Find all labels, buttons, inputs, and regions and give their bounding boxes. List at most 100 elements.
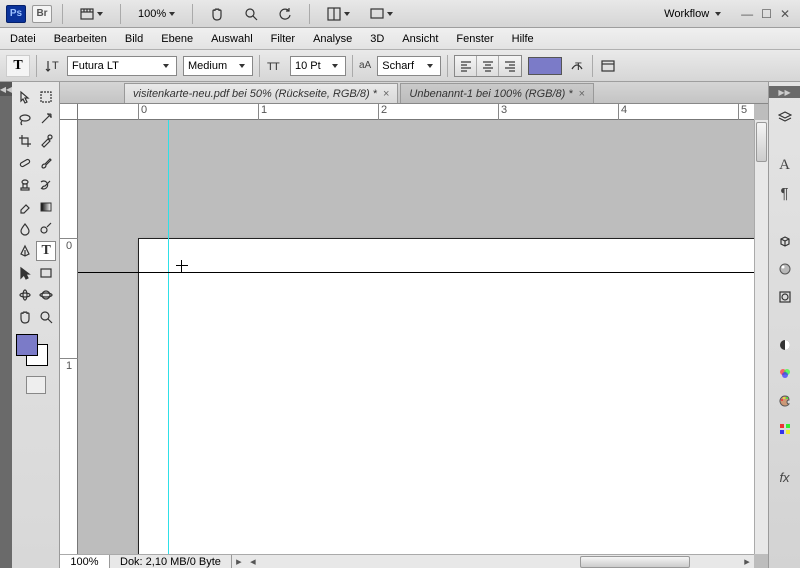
marquee-tool[interactable] bbox=[37, 87, 57, 107]
hand-tool[interactable] bbox=[15, 307, 35, 327]
bridge-icon[interactable]: Br bbox=[32, 5, 52, 23]
align-left-button[interactable] bbox=[455, 56, 477, 76]
move-tool[interactable] bbox=[15, 87, 35, 107]
screen-mode-button[interactable] bbox=[363, 4, 400, 24]
align-center-button[interactable] bbox=[477, 56, 499, 76]
menu-filter[interactable]: Filter bbox=[271, 33, 295, 45]
heal-tool[interactable] bbox=[15, 153, 35, 173]
zoom-level-dropdown[interactable]: 100% bbox=[131, 4, 182, 24]
lasso-tool[interactable] bbox=[15, 109, 35, 129]
menu-bild[interactable]: Bild bbox=[125, 33, 143, 45]
channels-panel-icon[interactable] bbox=[773, 362, 797, 384]
3d-panel-icon[interactable] bbox=[773, 230, 797, 252]
foreground-color-swatch[interactable] bbox=[16, 334, 38, 356]
history-brush-tool[interactable] bbox=[37, 175, 57, 195]
menu-bearbeiten[interactable]: Bearbeiten bbox=[54, 33, 107, 45]
brush-tool[interactable] bbox=[37, 153, 57, 173]
maximize-button[interactable]: ☐ bbox=[761, 7, 772, 21]
minimize-button[interactable]: — bbox=[741, 7, 753, 21]
text-color-swatch[interactable] bbox=[528, 57, 562, 75]
materials-panel-icon[interactable] bbox=[773, 258, 797, 280]
scrollbar-thumb[interactable] bbox=[580, 556, 690, 568]
vertical-scrollbar[interactable] bbox=[754, 120, 768, 554]
character-panel-icon[interactable]: A bbox=[773, 154, 797, 176]
paragraph-panel-icon[interactable]: ¶ bbox=[773, 182, 797, 204]
svg-text:T: T bbox=[273, 61, 280, 73]
ruler-tick: 1 bbox=[258, 104, 267, 120]
mini-bridge-button[interactable] bbox=[73, 4, 110, 24]
status-doc-size[interactable]: Dok: 2,10 MB/0 Byte bbox=[110, 555, 232, 568]
zoom-tool[interactable] bbox=[37, 307, 57, 327]
menu-hilfe[interactable]: Hilfe bbox=[512, 33, 534, 45]
stamp-tool[interactable] bbox=[15, 175, 35, 195]
scroll-right-button[interactable]: ▸ bbox=[740, 555, 754, 568]
ruler-origin[interactable] bbox=[60, 104, 78, 120]
document-tab[interactable]: Unbenannt-1 bei 100% (RGB/8) * × bbox=[400, 83, 594, 103]
eraser-tool[interactable] bbox=[15, 197, 35, 217]
wand-tool[interactable] bbox=[37, 109, 57, 129]
3d-rotate-tool[interactable] bbox=[15, 285, 35, 305]
svg-text:T: T bbox=[575, 61, 582, 73]
antialias-combo[interactable]: Scharf bbox=[377, 56, 441, 76]
menu-ansicht[interactable]: Ansicht bbox=[402, 33, 438, 45]
scroll-left-button[interactable]: ◂ bbox=[246, 555, 260, 568]
menu-datei[interactable]: Datei bbox=[10, 33, 36, 45]
text-cursor-icon bbox=[176, 260, 188, 272]
mask-panel-icon[interactable] bbox=[773, 286, 797, 308]
adjustments-panel-icon[interactable] bbox=[773, 334, 797, 356]
3d-orbit-tool[interactable] bbox=[37, 285, 57, 305]
dodge-tool[interactable] bbox=[37, 219, 57, 239]
status-menu-arrow[interactable]: ▸ bbox=[232, 555, 246, 568]
document-canvas[interactable] bbox=[138, 238, 754, 554]
align-right-icon bbox=[503, 59, 517, 73]
hand-tool-shortcut[interactable] bbox=[203, 4, 231, 24]
document-tab[interactable]: visitenkarte-neu.pdf bei 50% (Rückseite,… bbox=[124, 83, 398, 103]
toggle-panels-button[interactable] bbox=[599, 57, 617, 75]
shape-tool[interactable] bbox=[37, 263, 57, 283]
quick-mask-button[interactable] bbox=[26, 376, 46, 394]
menu-3d[interactable]: 3D bbox=[370, 33, 384, 45]
close-button[interactable]: ✕ bbox=[780, 7, 790, 21]
workspace-switcher[interactable]: Workflow bbox=[654, 8, 731, 20]
horizontal-ruler[interactable]: 0 1 2 3 4 5 bbox=[78, 104, 754, 120]
vertical-ruler[interactable]: 0 1 bbox=[60, 120, 78, 554]
hand-icon bbox=[210, 7, 224, 21]
swatches-panel-icon[interactable] bbox=[773, 418, 797, 440]
arrange-documents-button[interactable] bbox=[320, 4, 357, 24]
crop-tool[interactable] bbox=[15, 131, 35, 151]
magnifier-icon bbox=[39, 310, 53, 324]
rotate-view-shortcut[interactable] bbox=[271, 4, 299, 24]
color-panel-icon[interactable] bbox=[773, 390, 797, 412]
warp-text-button[interactable]: T bbox=[568, 57, 586, 75]
pen-tool[interactable] bbox=[15, 241, 34, 261]
menu-analyse[interactable]: Analyse bbox=[313, 33, 352, 45]
path-select-tool[interactable] bbox=[15, 263, 35, 283]
blur-tool[interactable] bbox=[15, 219, 35, 239]
font-size-combo[interactable]: 10 Pt bbox=[290, 56, 346, 76]
menu-ebene[interactable]: Ebene bbox=[161, 33, 193, 45]
active-tool-indicator[interactable]: T bbox=[6, 55, 30, 77]
font-style-combo[interactable]: Medium bbox=[183, 56, 253, 76]
styles-panel-icon[interactable]: fx bbox=[773, 466, 797, 488]
scrollbar-thumb[interactable] bbox=[756, 122, 767, 162]
type-tool[interactable]: T bbox=[36, 241, 56, 261]
guide-vertical[interactable] bbox=[168, 120, 169, 554]
ps-app-icon[interactable]: Ps bbox=[6, 5, 26, 23]
zoom-tool-shortcut[interactable] bbox=[237, 4, 265, 24]
left-collapse-strip[interactable]: ◀◀ bbox=[0, 82, 12, 568]
horizontal-scrollbar[interactable] bbox=[260, 555, 740, 568]
align-right-button[interactable] bbox=[499, 56, 521, 76]
close-icon[interactable]: × bbox=[579, 88, 585, 100]
canvas-background[interactable] bbox=[78, 120, 754, 554]
text-orientation-button[interactable]: T bbox=[43, 57, 61, 75]
zoom-input[interactable]: 100% bbox=[60, 555, 110, 568]
color-swatches[interactable] bbox=[16, 334, 56, 372]
menu-fenster[interactable]: Fenster bbox=[456, 33, 493, 45]
chevron-right-icon[interactable]: ▶▶ bbox=[769, 86, 800, 98]
gradient-tool[interactable] bbox=[37, 197, 57, 217]
menu-auswahl[interactable]: Auswahl bbox=[211, 33, 253, 45]
font-family-combo[interactable]: Futura LT bbox=[67, 56, 177, 76]
eyedropper-tool[interactable] bbox=[37, 131, 57, 151]
layers-panel-icon[interactable] bbox=[773, 106, 797, 128]
close-icon[interactable]: × bbox=[383, 88, 389, 100]
